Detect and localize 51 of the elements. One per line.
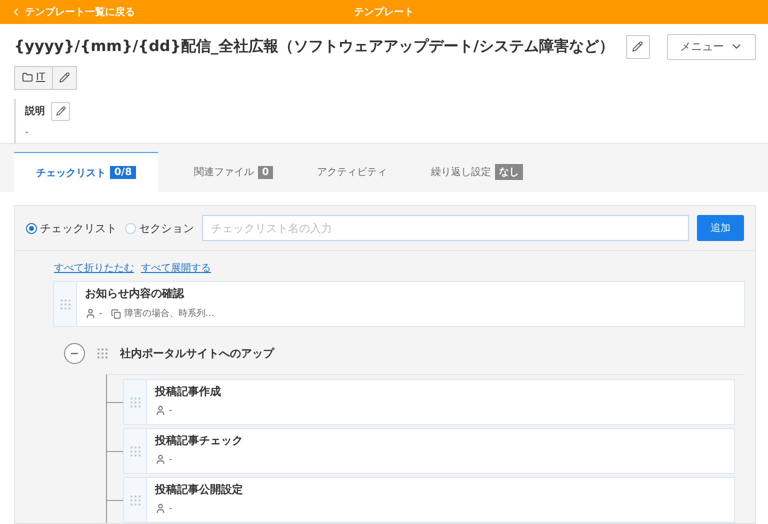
menu-button[interactable]: メニュー bbox=[667, 34, 756, 60]
collapse-button[interactable] bbox=[64, 343, 85, 364]
checklist-item-title: 投稿記事作成 bbox=[155, 384, 221, 399]
folder-icon bbox=[22, 72, 33, 84]
checklist-item-card[interactable]: 投稿記事チェック - bbox=[123, 428, 735, 474]
assignee-icon bbox=[155, 454, 166, 465]
checklist-item-title: 投稿記事チェック bbox=[155, 433, 243, 448]
tab[interactable]: チェックリスト 0/8 bbox=[14, 152, 158, 192]
pencil-icon bbox=[59, 72, 70, 84]
description-value: - bbox=[25, 126, 30, 138]
add-button[interactable]: 追加 bbox=[697, 215, 744, 241]
drag-handle-icon[interactable] bbox=[60, 298, 70, 310]
assignee-icon bbox=[155, 405, 166, 416]
assignee-value: - bbox=[169, 454, 172, 464]
checklist-item-card[interactable]: 投稿記事作成 - bbox=[123, 379, 735, 425]
drag-handle-icon[interactable] bbox=[130, 494, 140, 506]
assignee-value: - bbox=[169, 504, 172, 514]
drag-handle-icon[interactable] bbox=[97, 348, 108, 359]
edit-title-button[interactable] bbox=[626, 34, 650, 59]
checklist-name-field[interactable]: チェックリスト名の入力 bbox=[202, 215, 689, 241]
expand-collapse-link[interactable]: すべて折りたたむ bbox=[54, 261, 134, 275]
checklist-item-card[interactable]: 投稿記事公開設定 - bbox=[123, 477, 735, 523]
item-note: 障害の場合、時系列… bbox=[124, 308, 214, 320]
pencil-icon bbox=[632, 41, 644, 52]
assignee-value: - bbox=[99, 308, 102, 318]
checklist-item-card[interactable]: お知らせ内容の確認 - 障害の場合、時系列… bbox=[53, 281, 745, 327]
description-label: 説明 bbox=[25, 104, 45, 118]
header-title: テンプレート bbox=[354, 5, 414, 19]
tab[interactable]: 繰り返し設定 なし bbox=[408, 152, 545, 192]
checklist-item-title: お知らせ内容の確認 bbox=[85, 286, 186, 301]
section-title: 社内ポータルサイトへのアップ bbox=[120, 346, 274, 361]
tab-count-badge: なし bbox=[494, 164, 523, 180]
template-title: {yyyy}/{mm}/{dd}配信_全社広報（ソフトウェアアップデート/システム障害など） bbox=[14, 37, 614, 56]
tab-count-badge: 0/8 bbox=[110, 166, 136, 179]
copy-icon bbox=[111, 308, 122, 318]
assignee-value: - bbox=[169, 406, 172, 416]
pencil-icon bbox=[56, 106, 66, 116]
folder-button[interactable]: IT bbox=[14, 66, 54, 90]
edit-folder-button[interactable] bbox=[53, 66, 78, 90]
tab-count-badge: 0 bbox=[258, 166, 273, 178]
tab[interactable]: アクティビティ bbox=[294, 152, 409, 192]
edit-description-button[interactable] bbox=[51, 102, 70, 121]
drag-handle-icon[interactable] bbox=[130, 396, 140, 408]
tab[interactable]: 関連ファイル 0 bbox=[172, 152, 295, 192]
assignee-icon bbox=[85, 308, 96, 319]
checklist-item-title: 投稿記事公開設定 bbox=[155, 482, 243, 497]
expand-collapse-link[interactable]: すべて展開する bbox=[141, 261, 211, 275]
assignee-icon bbox=[155, 503, 166, 514]
drag-handle-icon[interactable] bbox=[130, 446, 140, 456]
radio-option[interactable]: チェックリスト bbox=[26, 220, 117, 236]
radio-option[interactable]: セクション bbox=[125, 220, 194, 236]
